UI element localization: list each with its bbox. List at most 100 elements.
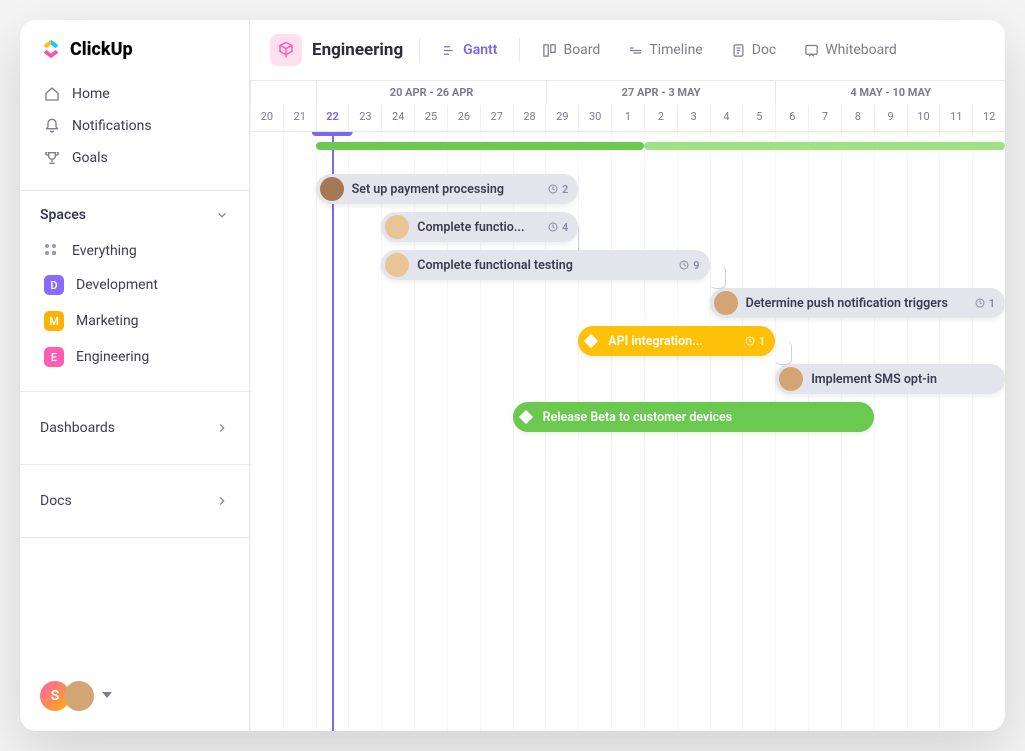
space-item-development[interactable]: DDevelopment [32, 267, 237, 303]
clickup-logo-icon [40, 38, 62, 60]
subtask-count: 9 [678, 259, 699, 272]
task-label: Release Beta to customer devices [543, 410, 733, 425]
week-label: 4 MAY - 10 MAY [775, 81, 1005, 105]
day-cell: 28 [513, 105, 546, 131]
task-label: Implement SMS opt-in [811, 372, 937, 387]
day-cell: 10 [907, 105, 940, 131]
day-cell: 2 [644, 105, 677, 131]
day-cell: 4 [710, 105, 743, 131]
day-cell: 30 [578, 105, 611, 131]
day-cell: 23 [348, 105, 381, 131]
gantt-icon [442, 43, 457, 58]
day-cell: 1 [611, 105, 644, 131]
everything-icon [44, 243, 60, 259]
current-space[interactable]: Engineering [270, 34, 403, 66]
chevron-right-icon [215, 494, 229, 508]
assignee-avatar [320, 177, 344, 201]
space-item-engineering[interactable]: EEngineering [32, 339, 237, 375]
view-tab-board[interactable]: Board [536, 38, 606, 62]
task-bar[interactable]: Set up payment processing 2 [316, 174, 579, 204]
day-cell: 5 [742, 105, 775, 131]
subtask-count: 4 [547, 221, 568, 234]
view-tab-doc[interactable]: Doc [725, 38, 783, 62]
space-badge: D [44, 275, 64, 295]
week-label: 20 APR - 26 APR [316, 81, 546, 105]
bell-icon [44, 118, 60, 134]
space-badge: M [44, 311, 64, 331]
assignee-avatar [385, 215, 409, 239]
divider [20, 537, 249, 538]
assignee-avatar [714, 291, 738, 315]
day-cell: 7 [808, 105, 841, 131]
nav-goals-label: Goals [72, 150, 108, 166]
divider [20, 464, 249, 465]
chevron-right-icon [215, 421, 229, 435]
timeline-header: 20 APR - 26 APR27 APR - 3 MAY4 MAY - 10 … [250, 81, 1005, 132]
divider [20, 190, 249, 191]
day-cell: 24 [381, 105, 414, 131]
user-menu[interactable]: S [20, 661, 249, 731]
milestone-icon [519, 410, 533, 424]
day-cell: 25 [414, 105, 447, 131]
trophy-icon [44, 150, 60, 166]
caret-down-icon [102, 692, 112, 700]
view-tab-timeline[interactable]: Timeline [622, 38, 708, 62]
view-tab-gantt[interactable]: Gantt [436, 38, 503, 62]
task-bar[interactable]: API integration... 1 [578, 326, 775, 356]
main-content: Engineering Gantt Board Timeline Doc [250, 20, 1005, 731]
week-label: 27 APR - 3 MAY [546, 81, 776, 105]
whiteboard-icon [804, 43, 819, 58]
task-label: Complete functio... [417, 220, 524, 235]
day-cell: 22 [316, 105, 349, 131]
subtask-count: 1 [974, 297, 995, 310]
nav-dashboards[interactable]: Dashboards [20, 408, 249, 448]
day-cell: 12 [972, 105, 1005, 131]
day-cell: 9 [874, 105, 907, 131]
space-badge: E [44, 347, 64, 367]
space-item-marketing[interactable]: MMarketing [32, 303, 237, 339]
chevron-down-icon [215, 208, 229, 222]
brand-name: ClickUp [70, 39, 133, 60]
nav-home[interactable]: Home [32, 78, 237, 110]
day-cell: 3 [677, 105, 710, 131]
logo[interactable]: ClickUp [20, 20, 249, 78]
task-label: Set up payment processing [352, 182, 504, 197]
assignee-avatar [385, 253, 409, 277]
gantt-chart[interactable]: TODAY Set up payment processing2Complete… [250, 132, 1005, 731]
task-bar[interactable]: Complete functio... 4 [381, 212, 578, 242]
nav-home-label: Home [72, 86, 110, 102]
nav-notifications-label: Notifications [72, 118, 152, 134]
task-label: API integration... [608, 334, 703, 349]
nav-notifications[interactable]: Notifications [32, 110, 237, 142]
day-cell: 6 [775, 105, 808, 131]
board-icon [542, 43, 557, 58]
subtask-count: 2 [547, 183, 568, 196]
app-window: ClickUp Home Notifications Goals Spaces [20, 20, 1005, 731]
task-bar[interactable]: Determine push notification triggers 1 [710, 288, 1005, 318]
task-label: Complete functional testing [417, 258, 573, 273]
day-cell: 27 [480, 105, 513, 131]
view-tab-whiteboard[interactable]: Whiteboard [798, 38, 903, 62]
nav-docs[interactable]: Docs [20, 481, 249, 521]
user-avatar-2 [64, 681, 94, 711]
day-cell: 20 [250, 105, 283, 131]
day-cell: 8 [841, 105, 874, 131]
day-cell: 11 [939, 105, 972, 131]
cube-icon [270, 34, 302, 66]
divider [20, 391, 249, 392]
day-cell: 21 [283, 105, 316, 131]
space-everything[interactable]: Everything [32, 235, 237, 267]
subtask-count: 1 [744, 335, 765, 348]
nav-goals[interactable]: Goals [32, 142, 237, 174]
day-cell: 26 [447, 105, 480, 131]
topbar: Engineering Gantt Board Timeline Doc [250, 20, 1005, 81]
task-bar[interactable]: Release Beta to customer devices [513, 402, 874, 432]
task-label: Determine push notification triggers [746, 296, 948, 311]
day-cell: 29 [545, 105, 578, 131]
sidebar: ClickUp Home Notifications Goals Spaces [20, 20, 250, 731]
doc-icon [731, 43, 746, 58]
task-bar[interactable]: Implement SMS opt-in [775, 364, 1005, 394]
assignee-avatar [779, 367, 803, 391]
spaces-header[interactable]: Spaces [20, 207, 249, 223]
task-bar[interactable]: Complete functional testing 9 [381, 250, 709, 280]
